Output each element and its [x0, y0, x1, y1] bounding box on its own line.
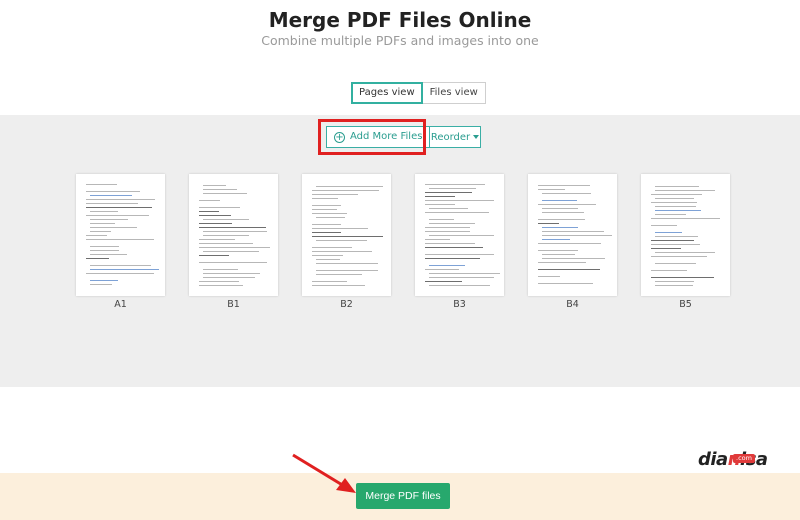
red-arrow-icon: [292, 453, 356, 493]
